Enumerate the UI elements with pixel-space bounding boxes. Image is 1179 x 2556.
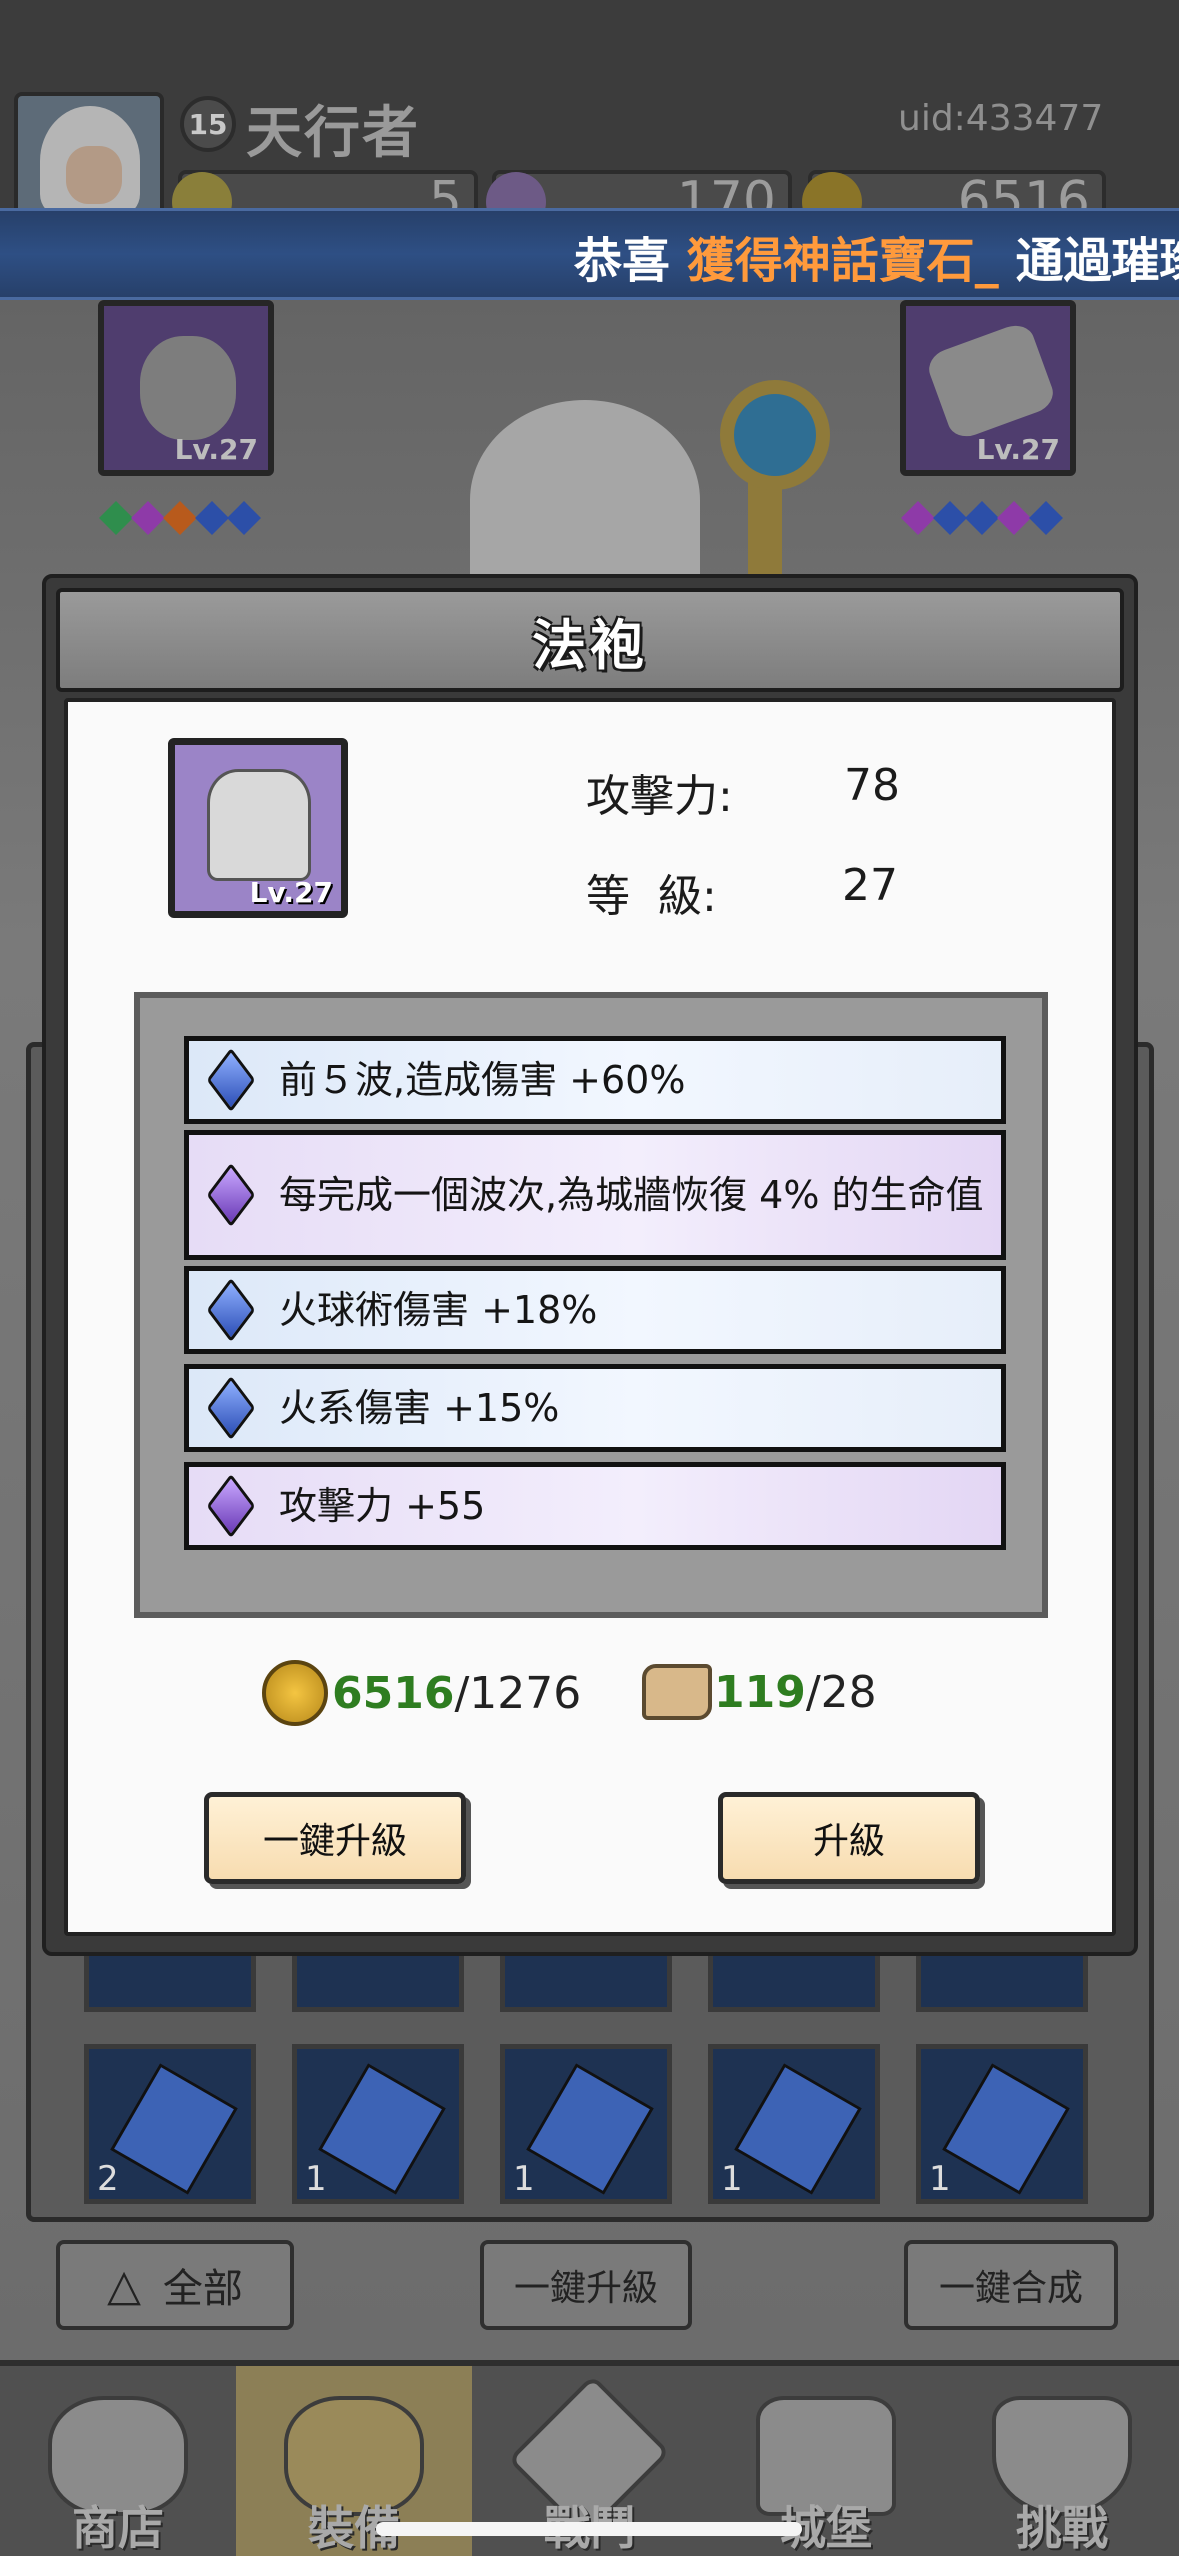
tab-shop[interactable]: 商店 <box>0 2366 236 2556</box>
inventory-cell[interactable]: 2 <box>84 2044 256 2204</box>
marquee-suffix: 通過璀璨 <box>1015 233 1179 289</box>
blue-crystal-icon <box>206 1047 256 1113</box>
one-click-upgrade-button[interactable]: 一鍵升級 <box>204 1792 466 1884</box>
stat-value-attack: 78 <box>844 760 900 811</box>
item-level-badge: Lv.27 <box>249 876 333 909</box>
affix-row: 前５波,造成傷害 +60% <box>184 1036 1006 1124</box>
purple-crystal-icon <box>206 1473 256 1539</box>
scroll-icon <box>642 1664 712 1720</box>
upgrade-button[interactable]: 升級 <box>718 1792 980 1884</box>
player-uid: uid:433477 <box>898 98 1104 139</box>
home-indicator[interactable] <box>376 2522 802 2536</box>
scroll-have: 119 <box>714 1666 806 1718</box>
affix-list: 前５波,造成傷害 +60% 每完成一個波次,為城牆恢復 4% 的生命值 火球術傷… <box>134 992 1048 1618</box>
gem-green-icon <box>99 501 133 535</box>
item-count: 2 <box>97 2159 119 2199</box>
hero-character <box>470 400 700 600</box>
bottom-one-click-upgrade-button[interactable]: 一鍵升級 <box>480 2240 692 2330</box>
item-count: 1 <box>513 2159 535 2199</box>
scroll-need: /28 <box>805 1666 877 1718</box>
blue-crystal-icon <box>206 1375 256 1441</box>
equip-slot-gems-left <box>99 501 261 535</box>
gold-need: /1276 <box>454 1667 582 1719</box>
gem-purple-icon <box>901 501 935 535</box>
bracer-icon <box>923 319 1059 443</box>
equip-slot-gems-right <box>901 501 1063 535</box>
inventory-cell[interactable]: 1 <box>292 2044 464 2204</box>
robe-icon <box>207 769 311 881</box>
blue-gem-icon <box>526 2063 654 2195</box>
gold-coin-icon <box>262 1660 328 1726</box>
modal-title: 法袍 <box>532 613 648 677</box>
player-level-badge: 15 <box>180 96 236 152</box>
affix-text: 每完成一個波次,為城牆恢復 4% 的生命值 <box>279 1173 984 1217</box>
inventory-cell[interactable]: 1 <box>500 2044 672 2204</box>
stat-label: 等 級: <box>586 871 717 922</box>
affix-row: 攻擊力 +55 <box>184 1462 1006 1550</box>
inventory-cell[interactable]: 1 <box>708 2044 880 2204</box>
gem-blue-icon <box>1029 501 1063 535</box>
staff-orb-icon <box>720 380 830 490</box>
gold-have: 6516 <box>332 1667 455 1719</box>
equip-slot-level: Lv.27 <box>976 433 1060 466</box>
affix-text: 攻擊力 +55 <box>279 1484 486 1528</box>
gem-purple-icon <box>131 501 165 535</box>
hood-icon <box>140 336 236 440</box>
marquee-prefix: 恭喜 <box>574 233 671 289</box>
stat-label: 攻擊力: <box>586 771 733 822</box>
equip-slot-hood[interactable]: Lv.27 <box>98 300 274 476</box>
item-icon-robe: Lv.27 <box>168 738 348 918</box>
modal-content-panel: Lv.27 攻擊力: 78 等 級: 27 前５波,造成傷害 +60% 每完成一… <box>64 698 1116 1936</box>
affix-row: 火系傷害 +15% <box>184 1364 1006 1452</box>
gem-purple-icon <box>997 501 1031 535</box>
tab-shop-label: 商店 <box>72 2501 164 2555</box>
gem-blue-icon <box>227 501 261 535</box>
stat-row-attack: 攻擊力: <box>586 760 733 824</box>
affix-text: 火球術傷害 +18% <box>279 1288 598 1332</box>
gem-blue-icon <box>965 501 999 535</box>
bottom-one-click-merge-button[interactable]: 一鍵合成 <box>904 2240 1118 2330</box>
tab-challenge-label: 挑戰 <box>1016 2501 1108 2555</box>
announcement-marquee: 恭喜 獲得神話寶石_ 通過璀璨 <box>0 208 1179 300</box>
affix-row: 每完成一個波次,為城牆恢復 4% 的生命值 <box>184 1130 1006 1260</box>
gem-blue-icon <box>933 501 967 535</box>
marquee-highlight: 獲得神話寶石_ <box>686 233 999 289</box>
gem-blue-icon <box>195 501 229 535</box>
blue-gem-icon <box>110 2063 238 2195</box>
equip-slot-level: Lv.27 <box>174 433 258 466</box>
tab-challenge[interactable]: 挑戰 <box>944 2366 1179 2556</box>
filter-all-button[interactable]: △ 全部 <box>56 2240 294 2330</box>
stat-value: 27 <box>842 860 898 911</box>
blue-gem-icon <box>942 2063 1070 2195</box>
blue-gem-icon <box>734 2063 862 2195</box>
scroll-cost: 119 /28 <box>642 1664 877 1720</box>
avatar-face <box>66 146 122 204</box>
player-name: 天行者 <box>246 101 420 166</box>
item-detail-modal: 法袍 Lv.27 攻擊力: 78 等 級: 27 前５波,造成傷害 +60% 每… <box>42 574 1138 1956</box>
item-count: 1 <box>305 2159 327 2199</box>
blue-gem-icon <box>318 2063 446 2195</box>
stat-row-level: 等 級: <box>586 860 717 924</box>
filter-all-label: 全部 <box>162 2266 243 2312</box>
gold-cost: 6516 /1276 <box>262 1660 581 1726</box>
item-count: 1 <box>721 2159 743 2199</box>
purple-crystal-icon <box>206 1162 256 1228</box>
equip-slot-bracer[interactable]: Lv.27 <box>900 300 1076 476</box>
inventory-cell[interactable]: 1 <box>916 2044 1088 2204</box>
stat-value: 78 <box>844 760 900 811</box>
affix-row: 火球術傷害 +18% <box>184 1266 1006 1354</box>
triangle-up-icon: △ <box>107 2259 141 2311</box>
gem-orange-icon <box>163 501 197 535</box>
blue-crystal-icon <box>206 1277 256 1343</box>
item-count: 1 <box>929 2159 951 2199</box>
stat-value-level: 27 <box>842 860 898 911</box>
modal-title-bar: 法袍 <box>56 588 1124 692</box>
affix-text: 火系傷害 +15% <box>279 1386 560 1430</box>
affix-text: 前５波,造成傷害 +60% <box>279 1058 686 1102</box>
